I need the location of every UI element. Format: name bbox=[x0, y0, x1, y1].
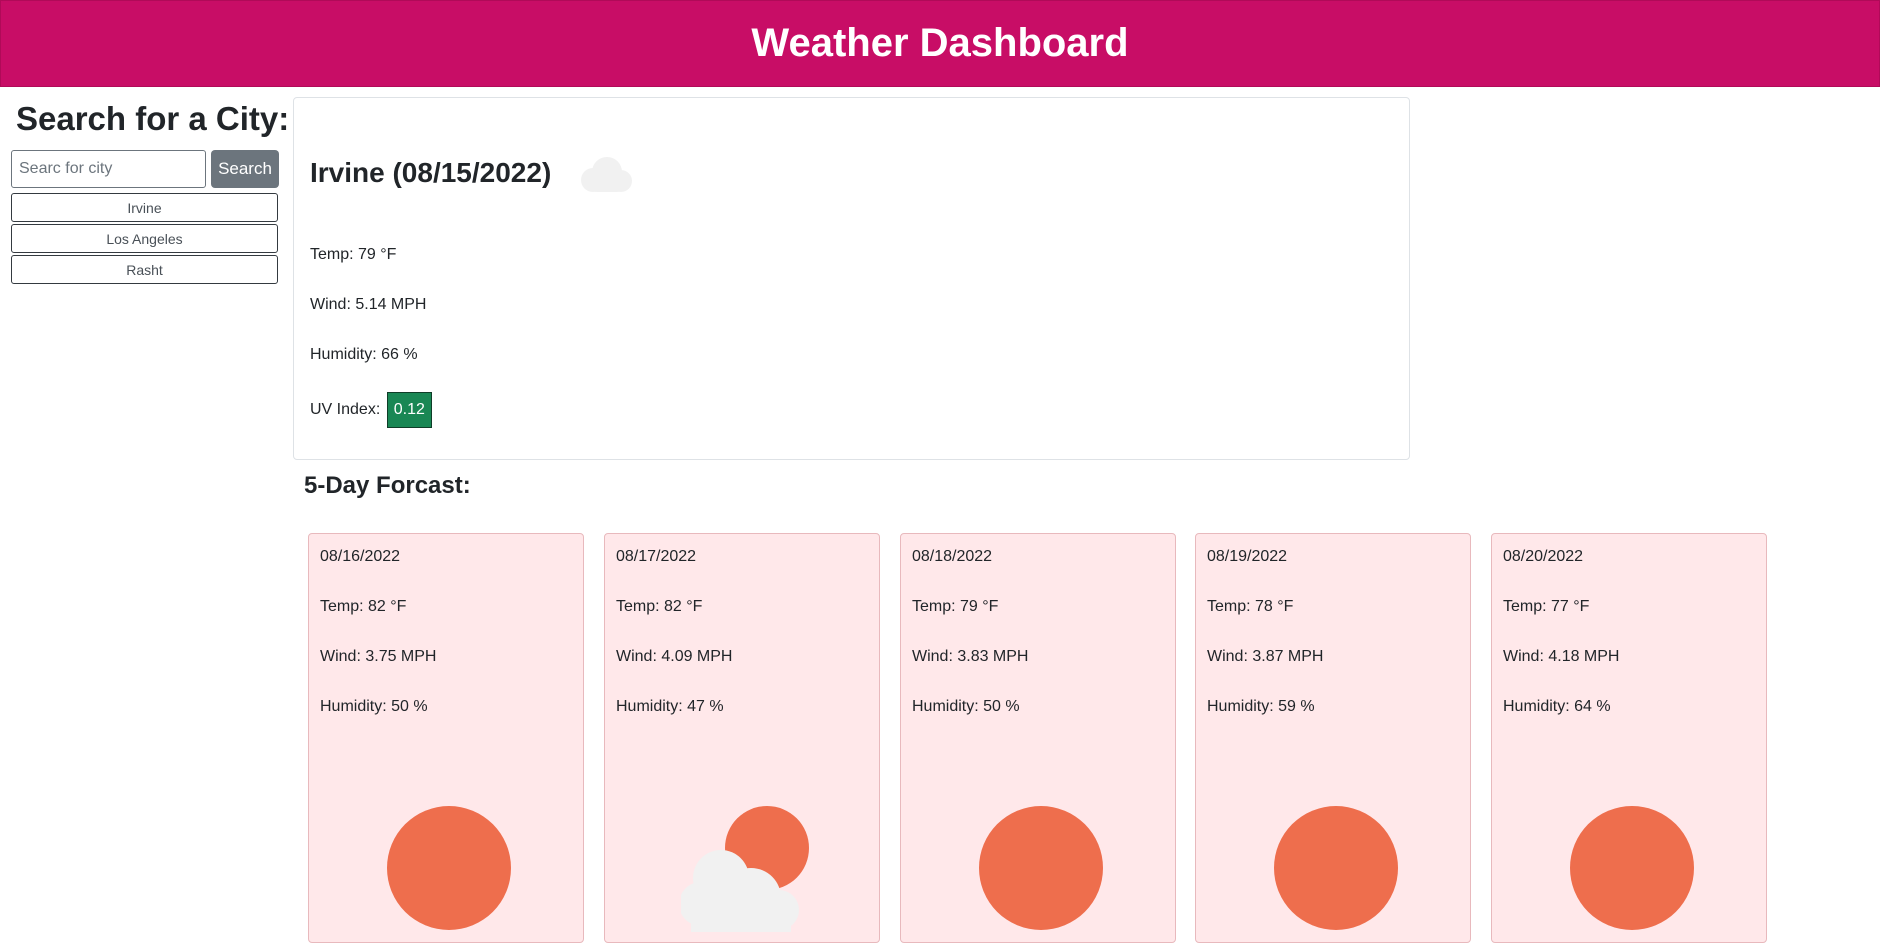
current-heading-row: Irvine (08/15/2022) bbox=[310, 148, 637, 198]
history-button-los-angeles[interactable]: Los Angeles bbox=[11, 224, 278, 253]
partly-cloudy-icon bbox=[681, 806, 809, 932]
forecast-card: 08/16/2022 Temp: 82 °F Wind: 3.75 MPH Hu… bbox=[308, 533, 584, 943]
forecast-humidity: Humidity: 50 % bbox=[912, 698, 1020, 715]
search-input[interactable] bbox=[11, 150, 206, 188]
forecast-card: 08/20/2022 Temp: 77 °F Wind: 4.18 MPH Hu… bbox=[1491, 533, 1767, 943]
forecast-wind: Wind: 4.09 MPH bbox=[616, 648, 733, 665]
forecast-date: 08/17/2022 bbox=[616, 548, 697, 565]
search-row: Search bbox=[11, 150, 279, 188]
forecast-temp: Temp: 82 °F bbox=[616, 598, 703, 615]
sun-icon bbox=[1570, 806, 1694, 930]
page-title: Weather Dashboard bbox=[751, 21, 1129, 65]
current-temp: Temp: 79 °F bbox=[310, 246, 397, 263]
forecast-date: 08/16/2022 bbox=[320, 548, 401, 565]
current-city-title: Irvine (08/15/2022) bbox=[310, 157, 552, 188]
sun-icon bbox=[387, 806, 511, 930]
forecast-humidity: Humidity: 47 % bbox=[616, 698, 724, 715]
uv-index-badge: 0.12 bbox=[386, 392, 432, 428]
forecast-temp: Temp: 77 °F bbox=[1503, 598, 1590, 615]
forecast-date: 08/20/2022 bbox=[1503, 548, 1584, 565]
current-humidity: Humidity: 66 % bbox=[310, 346, 418, 363]
history-button-rasht[interactable]: Rasht bbox=[11, 255, 278, 284]
forecast-card: 08/19/2022 Temp: 78 °F Wind: 3.87 MPH Hu… bbox=[1195, 533, 1471, 943]
uv-index-label: UV Index: bbox=[310, 401, 381, 418]
forecast-humidity: Humidity: 64 % bbox=[1503, 698, 1611, 715]
forecast-wind: Wind: 4.18 MPH bbox=[1503, 648, 1620, 665]
sun-icon bbox=[1274, 806, 1398, 930]
forecast-date: 08/18/2022 bbox=[912, 548, 993, 565]
sidebar: Search for a City: Search Irvine Los Ang… bbox=[11, 100, 290, 286]
search-heading: Search for a City: bbox=[16, 100, 290, 137]
header-bar: Weather Dashboard bbox=[0, 0, 1880, 87]
sun-icon bbox=[979, 806, 1103, 930]
forecast-temp: Temp: 79 °F bbox=[912, 598, 999, 615]
cloud-icon bbox=[581, 157, 633, 192]
forecast-wind: Wind: 3.83 MPH bbox=[912, 648, 1029, 665]
forecast-card: 08/18/2022 Temp: 79 °F Wind: 3.83 MPH Hu… bbox=[900, 533, 1176, 943]
forecast-date: 08/19/2022 bbox=[1207, 548, 1288, 565]
forecast-wind: Wind: 3.87 MPH bbox=[1207, 648, 1324, 665]
forecast-temp: Temp: 78 °F bbox=[1207, 598, 1294, 615]
search-button[interactable]: Search bbox=[211, 150, 279, 188]
forecast-humidity: Humidity: 50 % bbox=[320, 698, 428, 715]
current-weather-card: Irvine (08/15/2022) Temp: 79 °F Wind: 5.… bbox=[293, 97, 1410, 460]
current-wind: Wind: 5.14 MPH bbox=[310, 296, 427, 313]
forecast-humidity: Humidity: 59 % bbox=[1207, 698, 1315, 715]
forecast-wind: Wind: 3.75 MPH bbox=[320, 648, 437, 665]
history-button-irvine[interactable]: Irvine bbox=[11, 193, 278, 222]
uv-index-row: UV Index: 0.12 bbox=[310, 392, 432, 428]
forecast-title: 5-Day Forcast: bbox=[304, 472, 471, 499]
forecast-temp: Temp: 82 °F bbox=[320, 598, 407, 615]
forecast-card: 08/17/2022 Temp: 82 °F Wind: 4.09 MPH Hu… bbox=[604, 533, 880, 943]
